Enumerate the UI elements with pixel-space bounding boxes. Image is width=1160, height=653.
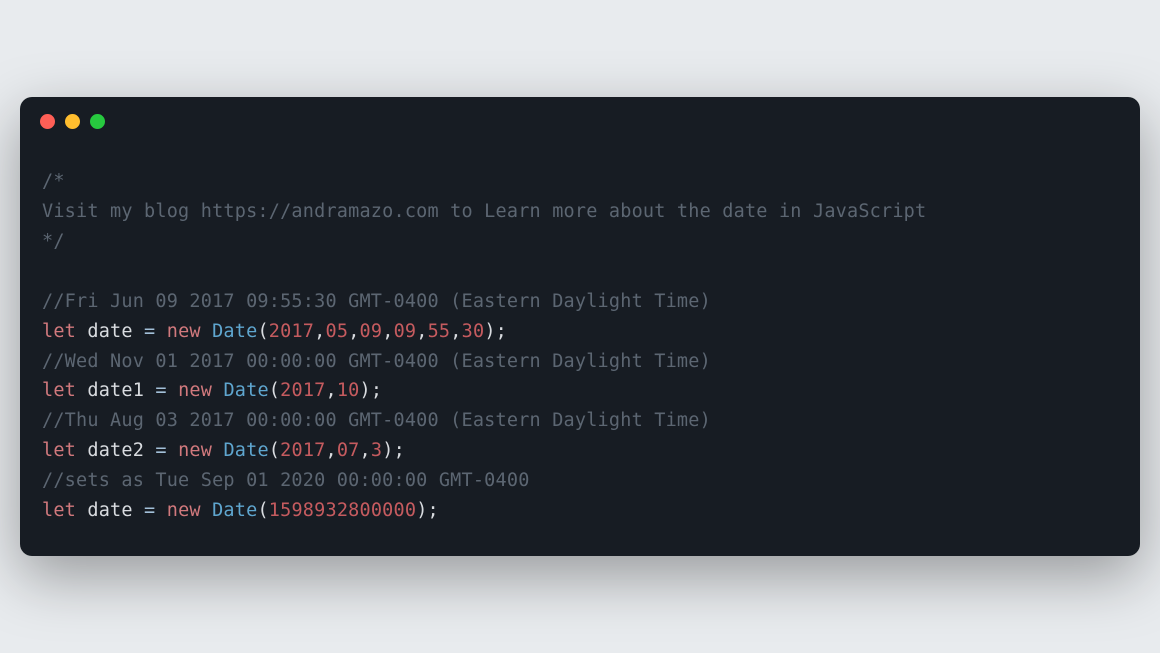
number-literal: 05 (326, 321, 349, 342)
code-window: /* Visit my blog https://andramazo.com t… (20, 97, 1140, 557)
keyword-new: new (167, 321, 201, 342)
paren-close: ) (360, 380, 371, 401)
number-literal: 2017 (280, 440, 325, 461)
number-literal: 55 (428, 321, 451, 342)
number-literal: 09 (394, 321, 417, 342)
zoom-icon[interactable] (90, 114, 105, 129)
operator-eq: = (144, 440, 178, 461)
class-date: Date (212, 500, 257, 521)
class-date: Date (223, 440, 268, 461)
keyword-let: let (42, 440, 76, 461)
keyword-new: new (167, 500, 201, 521)
code-comment: //Fri Jun 09 2017 09:55:30 GMT-0400 (Eas… (42, 291, 711, 312)
identifier: date1 (87, 380, 144, 401)
paren-open: ( (257, 500, 268, 521)
number-literal: 30 (462, 321, 485, 342)
keyword-let: let (42, 380, 76, 401)
operator-eq: = (133, 321, 167, 342)
number-literal: 09 (360, 321, 383, 342)
keyword-let: let (42, 321, 76, 342)
number-literal: 2017 (269, 321, 314, 342)
code-comment: //Thu Aug 03 2017 00:00:00 GMT-0400 (Eas… (42, 410, 711, 431)
keyword-let: let (42, 500, 76, 521)
window-titlebar (20, 97, 1140, 147)
block-comment-open: /* (42, 171, 65, 192)
code-comment: //sets as Tue Sep 01 2020 00:00:00 GMT-0… (42, 470, 530, 491)
class-date: Date (223, 380, 268, 401)
paren-close: ) (382, 440, 393, 461)
keyword-new: new (178, 440, 212, 461)
keyword-new: new (178, 380, 212, 401)
number-literal: 07 (337, 440, 360, 461)
code-comment: //Wed Nov 01 2017 00:00:00 GMT-0400 (Eas… (42, 351, 711, 372)
operator-eq: = (133, 500, 167, 521)
semicolon: ; (394, 440, 405, 461)
number-literal: 2017 (280, 380, 325, 401)
paren-open: ( (269, 440, 280, 461)
paren-open: ( (269, 380, 280, 401)
paren-close: ) (484, 321, 495, 342)
class-date: Date (212, 321, 257, 342)
semicolon: ; (428, 500, 439, 521)
semicolon: ; (496, 321, 507, 342)
number-literal: 10 (337, 380, 360, 401)
identifier: date2 (87, 440, 144, 461)
identifier: date (87, 321, 132, 342)
minimize-icon[interactable] (65, 114, 80, 129)
operator-eq: = (144, 380, 178, 401)
paren-close: ) (416, 500, 427, 521)
close-icon[interactable] (40, 114, 55, 129)
paren-open: ( (257, 321, 268, 342)
block-comment-close: */ (42, 231, 65, 252)
number-literal: 3 (371, 440, 382, 461)
block-comment-body: Visit my blog https://andramazo.com to L… (42, 201, 926, 222)
semicolon: ; (371, 380, 382, 401)
identifier: date (87, 500, 132, 521)
code-editor: /* Visit my blog https://andramazo.com t… (20, 147, 1140, 557)
number-literal: 1598932800000 (269, 500, 416, 521)
